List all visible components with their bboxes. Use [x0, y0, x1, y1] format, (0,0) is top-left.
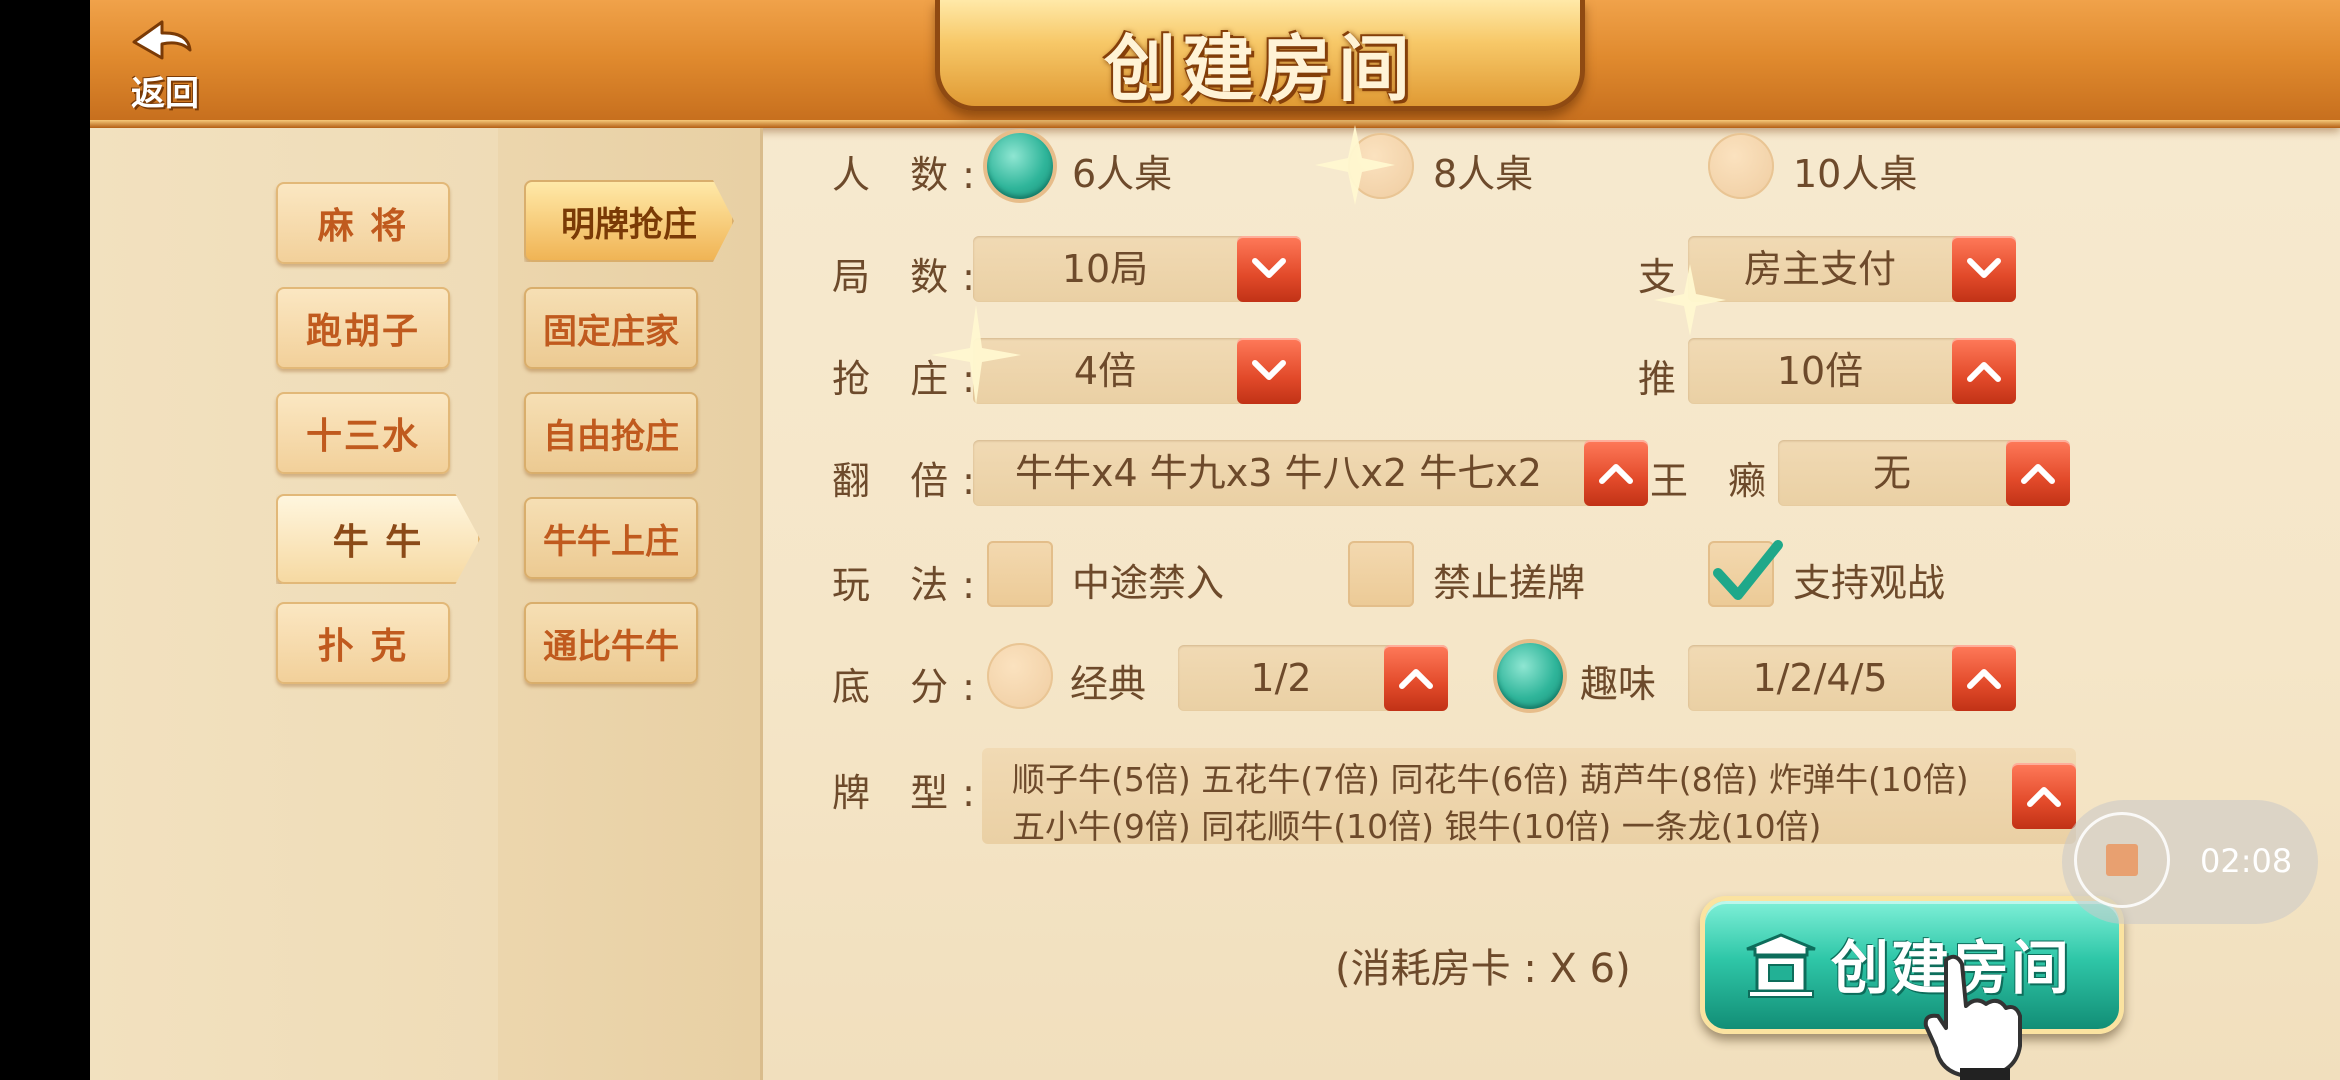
stop-record-icon[interactable]: [2106, 844, 2138, 876]
pointer-hand-icon: [1923, 954, 2022, 1080]
base-fun-value: 1/2/4/5: [1752, 656, 1888, 700]
multiplier-dropdown[interactable]: 牛牛x4 牛九x3 牛八x2 牛七x2: [973, 440, 1648, 506]
create-room-button[interactable]: 创建房间: [1700, 896, 2124, 1034]
rounds-dropdown[interactable]: 10局: [973, 236, 1301, 302]
screen-recorder-widget[interactable]: 02:08: [2062, 800, 2318, 924]
rounds-value: 10局: [1061, 247, 1149, 291]
back-button[interactable]: 返回: [110, 14, 220, 114]
rule-no-rub-label: 禁止搓牌: [1433, 561, 1586, 605]
game-view: 创建房间 返回 麻 将 跑胡子 十三水 牛 牛 扑 克 明牌抢庄 固定庄家 自由…: [90, 0, 2340, 1080]
rule-spectate-checkbox[interactable]: [1708, 540, 1783, 607]
sparkle-icon: [1315, 125, 1395, 205]
multiplier-value: 牛牛x4 牛九x3 牛八x2 牛七x2: [1015, 451, 1542, 495]
chevron-down-icon: [1237, 338, 1301, 404]
chevron-up-icon: [1584, 440, 1648, 506]
chevron-up-icon: [1384, 645, 1448, 711]
base-classic-label: 经典: [1070, 662, 1147, 706]
sparkle-icon: [1654, 264, 1726, 336]
wildcard-value: 无: [1872, 451, 1911, 495]
base-classic-value: 1/2: [1250, 656, 1312, 700]
bet-value: 10倍: [1776, 349, 1864, 393]
card-types-dropdown[interactable]: 顺子牛(5倍) 五花牛(7倍) 同花牛(6倍) 葫芦牛(8倍) 炸弹牛(10倍)…: [982, 748, 2076, 846]
card-types-line-2: 五小牛(9倍) 同花顺牛(10倍) 银牛(10倍) 一条龙(10倍): [1012, 807, 1822, 846]
base-fun-radio[interactable]: [1497, 643, 1563, 709]
base-score-label: 底 分:: [832, 665, 989, 709]
record-time: 02:08: [2200, 842, 2293, 880]
rule-no-rub-checkbox[interactable]: [1348, 541, 1414, 607]
rules-label: 玩 法:: [832, 563, 989, 607]
rule-spectate-label: 支持观战: [1793, 561, 1946, 605]
back-label: 返回: [131, 74, 199, 114]
rule-no-midjoin-label: 中途禁入: [1072, 561, 1225, 605]
rounds-label: 局 数:: [832, 255, 989, 299]
card-types-label: 牌 型:: [832, 771, 989, 815]
game-type-paohuzi[interactable]: 跑胡子: [276, 287, 450, 369]
room-card-cost: (消耗房卡 : X 6): [1335, 946, 1631, 992]
sparkle-icon: [931, 305, 1021, 405]
base-fun-label: 趣味: [1580, 662, 1657, 706]
chevron-down-icon: [1952, 236, 2016, 302]
mode-tongbi-niuniu[interactable]: 通比牛牛: [524, 602, 698, 684]
game-type-niuniu[interactable]: 牛 牛: [276, 494, 480, 584]
players-6-radio[interactable]: [987, 133, 1053, 199]
base-classic-radio[interactable]: [987, 643, 1053, 709]
back-arrow-icon: [132, 20, 192, 60]
multiplier-label: 翻 倍:: [832, 459, 989, 503]
mode-guding-zhuangjia[interactable]: 固定庄家: [524, 287, 698, 369]
chevron-up-icon: [1952, 645, 2016, 711]
payment-dropdown[interactable]: 房主支付: [1688, 236, 2016, 302]
players-10-radio[interactable]: [1708, 133, 1774, 199]
chevron-up-icon: [2012, 763, 2076, 829]
base-fun-dropdown[interactable]: 1/2/4/5: [1688, 645, 2016, 711]
page-title: 创建房间: [1103, 26, 1416, 111]
checkmark-icon: [1713, 540, 1783, 600]
mode-mingpai-qiangzhuang[interactable]: 明牌抢庄: [524, 180, 734, 262]
game-type-shisanshui[interactable]: 十三水: [276, 392, 450, 474]
game-type-mahjong[interactable]: 麻 将: [276, 182, 450, 264]
chevron-down-icon: [1237, 236, 1301, 302]
mode-niuniu-shangzhuang[interactable]: 牛牛上庄: [524, 497, 698, 579]
card-types-line-1: 顺子牛(5倍) 五花牛(7倍) 同花牛(6倍) 葫芦牛(8倍) 炸弹牛(10倍): [1012, 760, 1969, 799]
base-classic-dropdown[interactable]: 1/2: [1178, 645, 1448, 711]
players-6-label: 6人桌: [1072, 152, 1173, 196]
bet-dropdown[interactable]: 10倍: [1688, 338, 2016, 404]
house-icon: [1746, 933, 1816, 998]
players-10-label: 10人桌: [1793, 152, 1918, 196]
chevron-up-icon: [2006, 440, 2070, 506]
rule-no-midjoin-checkbox[interactable]: [987, 541, 1053, 607]
players-8-label: 8人桌: [1433, 152, 1534, 196]
title-plaque: 创建房间: [935, 0, 1585, 111]
chevron-up-icon: [1952, 338, 2016, 404]
mode-ziyou-qiangzhuang[interactable]: 自由抢庄: [524, 392, 698, 474]
screen: 创建房间 返回 麻 将 跑胡子 十三水 牛 牛 扑 克 明牌抢庄 固定庄家 自由…: [0, 0, 2340, 1080]
game-type-poker[interactable]: 扑 克: [276, 602, 450, 684]
players-label: 人 数:: [832, 153, 989, 197]
wildcard-dropdown[interactable]: 无: [1778, 440, 2070, 506]
